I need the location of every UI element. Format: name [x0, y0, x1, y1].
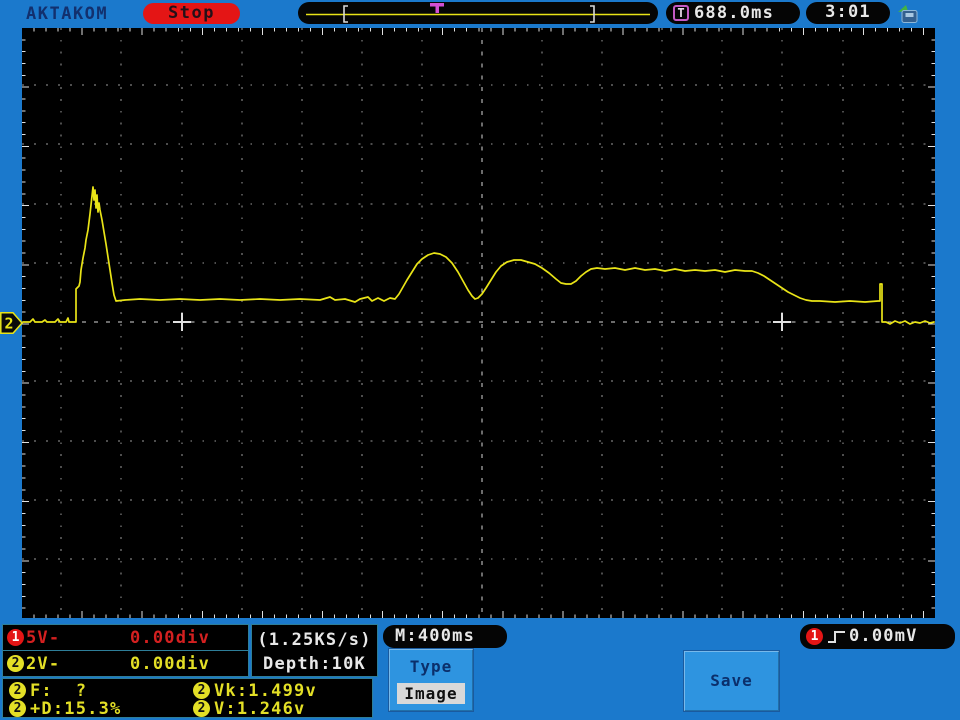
- brand-logo: AKTAKOM: [26, 4, 109, 24]
- top-bar: AKTAKOM Stop T 688.0ms 3:01: [0, 0, 960, 28]
- trigger-time-value: 688.0ms: [694, 3, 775, 23]
- measurement-vk: 2 Vk:1.499v: [193, 681, 363, 701]
- waveform-trace-channel2: [22, 186, 935, 325]
- ch2-scale: 2V-: [26, 654, 61, 674]
- oscilloscope-grid: [22, 28, 935, 618]
- softkey-save-button[interactable]: Save: [683, 650, 780, 712]
- ch1-info-row: 1 5V- 0.00div: [2, 624, 249, 651]
- timebase-pill: M:400ms: [383, 625, 507, 648]
- ch1-scale: 5V-: [26, 628, 61, 648]
- ch2-offset: 0.00div: [130, 654, 211, 674]
- ch1-badge: 1: [7, 629, 24, 646]
- sample-rate-box: (1.25KS/s) Depth:10K: [251, 624, 378, 677]
- ch2-badge: 2: [7, 655, 24, 672]
- svg-text:2: 2: [5, 315, 14, 333]
- trigger-time-pill: T 688.0ms: [666, 2, 800, 24]
- measurement-duty: 2 +D:15.3%: [9, 699, 169, 719]
- clock: 3:01: [806, 2, 890, 24]
- horizontal-position-bar[interactable]: [298, 2, 658, 24]
- record-depth: Depth:10K: [263, 654, 366, 674]
- softkey-type-button[interactable]: Type Image: [388, 648, 474, 712]
- trigger-level-pill: 1 0.00mV: [800, 624, 955, 649]
- trigger-type-icon: T: [673, 5, 689, 21]
- ch2-info-row: 2 2V- 0.00div: [2, 650, 249, 677]
- measurement-frequency: 2 F: ?: [9, 681, 169, 701]
- type-label: Type: [409, 657, 453, 676]
- rising-edge-icon: [828, 631, 845, 643]
- oscilloscope-ui: { "top_bar": { "brand": "AKTAKOM", "acqu…: [0, 0, 960, 720]
- waveform-screen: [22, 28, 935, 618]
- usb-disk-icon: [898, 5, 918, 23]
- type-value[interactable]: Image: [397, 683, 465, 704]
- ch1-offset: 0.00div: [130, 628, 211, 648]
- channel2-level-marker[interactable]: 2: [0, 312, 23, 334]
- trigger-level-value: 0.00mV: [849, 626, 918, 646]
- trigger-channel-badge: 1: [806, 628, 823, 645]
- measurements-box: 2 F: ? 2 Vk:1.499v 2 +D:15.3% 2 V:1.246v: [2, 678, 373, 719]
- sample-rate: (1.25KS/s): [257, 630, 372, 650]
- measurement-voltage: 2 V:1.246v: [193, 699, 363, 719]
- acquisition-status-badge: Stop: [143, 3, 240, 24]
